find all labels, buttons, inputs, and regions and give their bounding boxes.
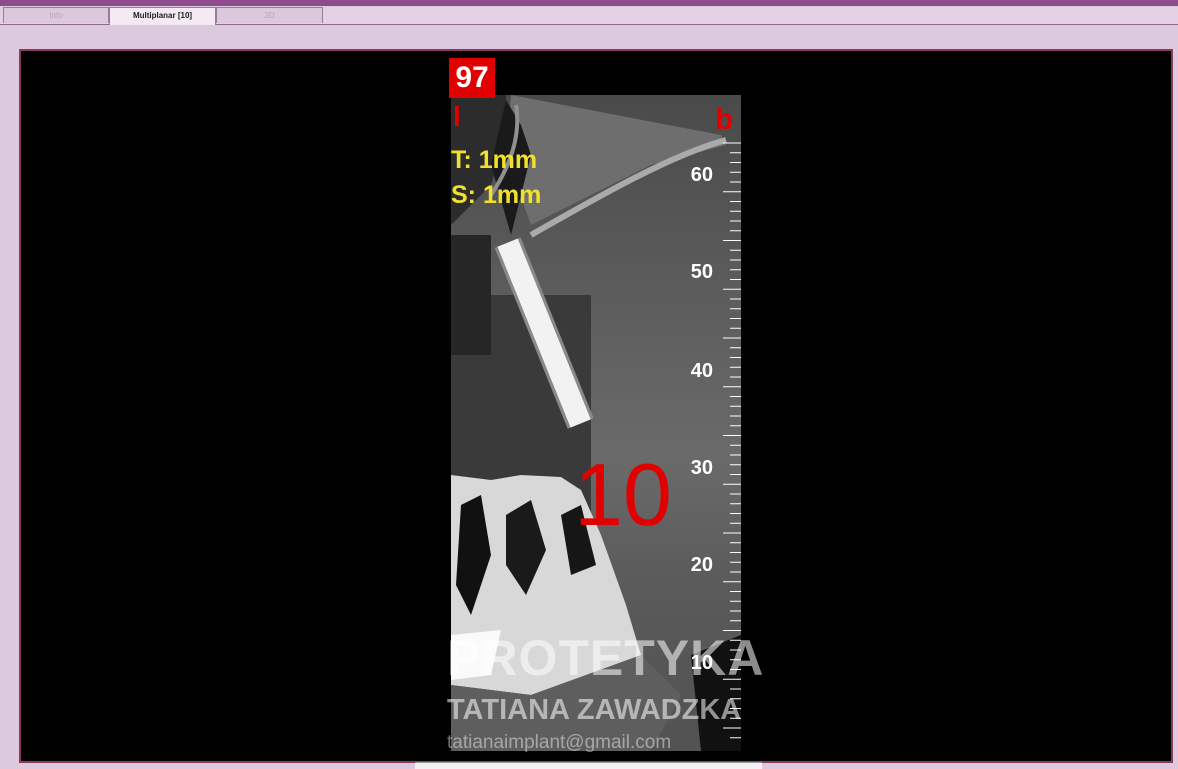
ruler-label-40: 40 xyxy=(690,360,713,382)
ruler-label-20: 20 xyxy=(690,554,713,576)
tab-bar: Info Multiplanar [10] 3D xyxy=(0,7,1178,25)
title-bar xyxy=(0,0,1178,13)
ruler-label-30: 30 xyxy=(690,457,713,479)
implant-position-number: 10 xyxy=(574,445,672,544)
ruler-label-60: 60 xyxy=(690,164,713,186)
slice-number-badge: 97 xyxy=(449,58,495,98)
watermark-name: TATIANA ZAWADZKA xyxy=(447,694,742,726)
multiplanar-viewer[interactable]: 97 l b T: 1mm S: 1mm 10 60 50 40 30 20 1… xyxy=(19,49,1173,763)
tab-multiplanar[interactable]: Multiplanar [10] xyxy=(109,7,216,25)
slice-thickness-label: T: 1mm xyxy=(451,146,538,174)
window-control-dots xyxy=(378,0,487,13)
slice-spacing-label: S: 1mm xyxy=(451,181,542,209)
ruler-label-50: 50 xyxy=(690,261,713,283)
orientation-left-label: l xyxy=(453,101,461,132)
watermark-email: tatianaimplant@gmail.com xyxy=(447,732,672,753)
orientation-right-label: b xyxy=(715,103,734,136)
watermark-title: PROTETYKA xyxy=(447,630,765,686)
tab-info[interactable]: Info xyxy=(3,7,109,23)
tab-3d[interactable]: 3D xyxy=(216,7,323,23)
